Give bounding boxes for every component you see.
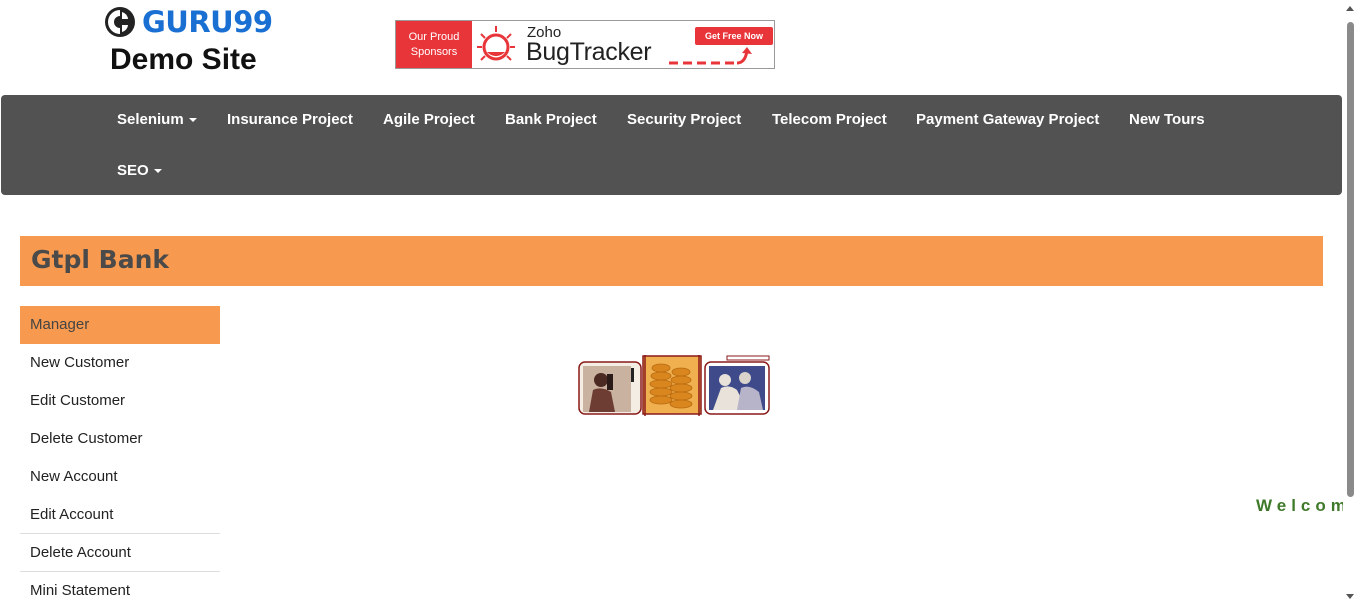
logo-subtitle: Demo Site [110, 43, 257, 76]
coins-image [642, 355, 702, 416]
menu-item-new-customer[interactable]: New Customer [20, 344, 220, 382]
bug-icon [477, 26, 515, 61]
caret-down-icon [153, 169, 162, 174]
nav-item-label: SEO [117, 162, 149, 179]
people-image [704, 355, 770, 415]
page-title-bar: Gtpl Bank [20, 236, 1323, 286]
nav-telecom-project[interactable]: Telecom Project [772, 111, 887, 128]
page-title: Gtpl Bank [31, 245, 169, 274]
nav-bank-project[interactable]: Bank Project [505, 111, 597, 128]
caret-down-icon [188, 118, 197, 123]
nav-item-label: Selenium [117, 111, 184, 128]
welcome-marquee: Welcom [1256, 496, 1351, 515]
banner-product: BugTracker [526, 38, 652, 66]
menu-item-edit-account[interactable]: Edit Account [20, 496, 220, 534]
vertical-scrollbar[interactable] [1343, 0, 1358, 607]
scroll-up-icon[interactable] [1346, 6, 1354, 11]
menu-item-mini-statement[interactable]: Mini Statement [20, 572, 220, 607]
page: GURU99 Demo Site Our Proud Sponsors Zoho… [0, 0, 1358, 607]
nav-selenium[interactable]: Selenium [117, 111, 197, 128]
bank-banner-image [578, 355, 770, 416]
nav-payment-gateway-project[interactable]: Payment Gateway Project [916, 111, 1099, 128]
guru99-logo-icon [105, 7, 135, 37]
menu-item-delete-account[interactable]: Delete Account [20, 534, 220, 572]
menu-item-delete-customer[interactable]: Delete Customer [20, 420, 220, 458]
manager-side-menu: Manager New Customer Edit Customer Delet… [20, 306, 220, 607]
sponsor-ad: Zoho BugTracker Get Free Now [472, 21, 774, 68]
menu-item-edit-customer[interactable]: Edit Customer [20, 382, 220, 420]
main-navbar: Selenium Insurance Project Agile Project… [1, 95, 1342, 195]
sponsor-line-1: Our Proud [408, 30, 460, 43]
get-free-now-button[interactable]: Get Free Now [695, 27, 773, 45]
nav-seo[interactable]: SEO [117, 162, 162, 179]
logo-brand: GURU99 [142, 5, 273, 39]
site-logo[interactable]: GURU99 Demo Site [104, 5, 279, 79]
scrollbar-thumb[interactable] [1347, 22, 1354, 497]
sponsor-line-2: Sponsors [410, 45, 458, 58]
nav-new-tours[interactable]: New Tours [1129, 111, 1205, 128]
nav-agile-project[interactable]: Agile Project [383, 111, 475, 128]
arrow-icon [669, 47, 752, 65]
phone-man-image [578, 361, 642, 415]
nav-security-project[interactable]: Security Project [627, 111, 741, 128]
sponsor-banner[interactable]: Our Proud Sponsors Zoho BugTracker Get F… [395, 20, 775, 69]
menu-item-new-account[interactable]: New Account [20, 458, 220, 496]
nav-insurance-project[interactable]: Insurance Project [227, 111, 353, 128]
scroll-down-icon[interactable] [1346, 594, 1354, 599]
sponsor-label: Our Proud Sponsors [396, 21, 472, 68]
menu-item-manager[interactable]: Manager [20, 306, 220, 344]
